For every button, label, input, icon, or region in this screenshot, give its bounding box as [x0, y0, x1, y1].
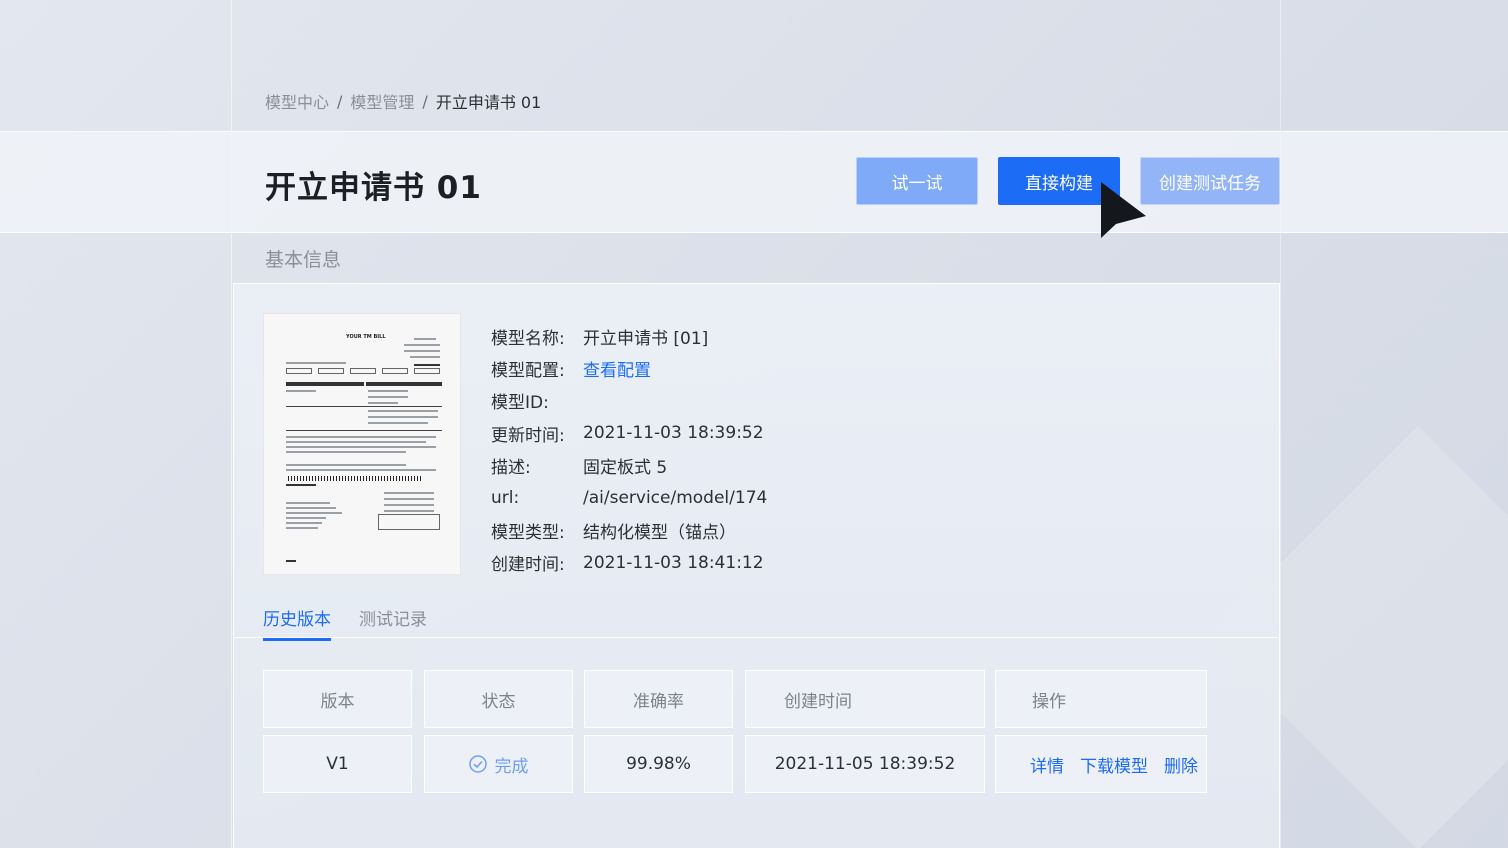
tabs-divider	[233, 637, 1280, 638]
download-model-link[interactable]: 下载模型	[1080, 752, 1148, 777]
info-row-model-id: 模型ID:	[491, 385, 767, 417]
model-name-value: 开立申请书 [01]	[583, 328, 709, 349]
try-button[interactable]: 试一试	[856, 157, 978, 205]
mouse-cursor-icon	[1101, 182, 1146, 238]
info-row-model-type: 模型类型: 结构化模型（锚点）	[491, 514, 767, 546]
status-badge: 完成	[468, 752, 529, 777]
create-test-task-button[interactable]: 创建测试任务	[1140, 157, 1280, 205]
layout-guide-line	[1280, 0, 1281, 848]
breadcrumb: 模型中心 / 模型管理 / 开立申请书 01	[265, 89, 541, 113]
cell-version: V1	[263, 735, 412, 793]
cell-status: 完成	[424, 735, 573, 793]
info-label: 模型配置:	[491, 361, 565, 382]
description-value: 固定板式 5	[583, 458, 668, 479]
info-label: 模型名称:	[491, 328, 565, 349]
tab-test-records[interactable]: 测试记录	[359, 605, 427, 641]
document-preview-image[interactable]: YOUR TM BILL	[263, 313, 461, 575]
model-type-value: 结构化模型（锚点）	[583, 523, 736, 544]
model-info-list: 模型名称: 开立申请书 [01] 模型配置: 查看配置 模型ID: 更新时间: …	[491, 320, 767, 579]
breadcrumb-separator: /	[337, 91, 343, 111]
breadcrumb-item-model-management[interactable]: 模型管理	[350, 89, 414, 113]
check-circle-icon	[468, 755, 487, 773]
breadcrumb-separator: /	[422, 91, 428, 111]
page-title: 开立申请书 01	[265, 170, 482, 206]
info-label: 更新时间:	[491, 425, 565, 446]
document-preview-title: YOUR TM BILL	[346, 334, 386, 340]
info-label: 描述:	[491, 458, 531, 479]
view-config-link[interactable]: 查看配置	[583, 356, 651, 381]
info-label: url:	[491, 488, 520, 509]
detail-link[interactable]: 详情	[1030, 752, 1064, 777]
table-header-accuracy: 准确率	[584, 670, 733, 728]
info-row-description: 描述: 固定板式 5	[491, 450, 767, 482]
section-label-basic-info: 基本信息	[265, 249, 342, 271]
updated-time-value: 2021-11-03 18:39:52	[583, 423, 764, 444]
created-time-value: 2021-11-03 18:41:12	[583, 552, 764, 573]
tab-history-versions[interactable]: 历史版本	[263, 605, 331, 641]
info-row-model-config: 模型配置: 查看配置	[491, 352, 767, 384]
table-header-status: 状态	[424, 670, 573, 728]
detail-tabs: 历史版本 测试记录	[263, 605, 427, 641]
info-label: 创建时间:	[491, 555, 565, 576]
info-row-url: url: /ai/service/model/174	[491, 482, 767, 514]
cell-created-time: 2021-11-05 18:39:52	[745, 735, 985, 793]
info-row-updated-time: 更新时间: 2021-11-03 18:39:52	[491, 417, 767, 449]
page-header	[0, 131, 1508, 233]
info-label: 模型类型:	[491, 523, 565, 544]
table-header-created-time: 创建时间	[745, 670, 985, 728]
cell-actions: 详情 下载模型 删除	[995, 735, 1207, 793]
status-text: 完成	[494, 756, 529, 777]
url-value: /ai/service/model/174	[583, 488, 768, 509]
delete-link[interactable]: 删除	[1164, 752, 1198, 777]
layout-guide-line	[231, 0, 232, 848]
info-label: 模型ID:	[491, 393, 549, 414]
breadcrumb-item-model-center[interactable]: 模型中心	[265, 89, 329, 113]
cell-accuracy: 99.98%	[584, 735, 733, 793]
table-header-actions: 操作	[995, 670, 1207, 728]
breadcrumb-current: 开立申请书 01	[435, 93, 542, 112]
table-header-version: 版本	[263, 670, 412, 728]
info-row-created-time: 创建时间: 2021-11-03 18:41:12	[491, 547, 767, 579]
info-row-model-name: 模型名称: 开立申请书 [01]	[491, 320, 767, 352]
